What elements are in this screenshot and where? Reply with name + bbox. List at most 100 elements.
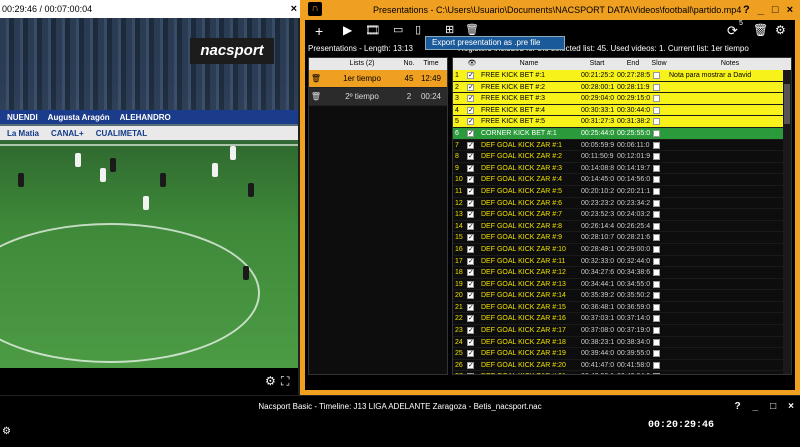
checkbox-icon[interactable] — [653, 303, 660, 311]
table-row[interactable]: 4 FREE KICK BET #:4 00:30:33:100:30:44:0 — [453, 104, 791, 117]
checkbox-icon[interactable] — [653, 350, 660, 358]
check-icon[interactable] — [467, 302, 474, 312]
table-row[interactable]: 25 DEF GOAL KICK ZAR #:19 00:39:44:000:39:… — [453, 348, 791, 360]
visible-checkbox[interactable] — [465, 116, 479, 127]
visible-checkbox[interactable] — [465, 256, 479, 266]
check-icon[interactable] — [467, 198, 474, 208]
visible-checkbox[interactable] — [465, 163, 479, 173]
registers-header-name[interactable]: Name — [479, 58, 579, 70]
slow-checkbox[interactable] — [651, 128, 667, 139]
checkbox-icon[interactable] — [653, 245, 660, 253]
table-row[interactable]: 18 DEF GOAL KICK ZAR #:12 00:34:27:600:34:… — [453, 267, 791, 279]
visible-checkbox[interactable] — [465, 244, 479, 255]
video-player[interactable]: 00:29:46 / 00:07:00:04 × NUENDI Augusta … — [0, 0, 300, 395]
visible-checkbox[interactable] — [465, 221, 479, 231]
maximize-button[interactable]: □ — [772, 0, 779, 20]
slow-checkbox[interactable] — [651, 313, 667, 324]
registers-header-slow[interactable]: Slow — [651, 58, 667, 70]
checkbox-icon[interactable] — [653, 269, 660, 277]
gear-icon[interactable]: ⚙ — [265, 374, 276, 388]
minimize-button[interactable]: _ — [753, 401, 759, 412]
visible-checkbox[interactable] — [465, 290, 479, 301]
list-row[interactable]: 🗑 2º tiempo 2 00:24 — [309, 88, 447, 106]
table-row[interactable]: 9 DEF GOAL KICK ZAR #:3 00:14:08:800:14:19… — [453, 162, 791, 175]
folder-icon[interactable]: ▯ — [415, 23, 421, 36]
slow-checkbox[interactable] — [651, 302, 667, 313]
table-row[interactable]: 17 DEF GOAL KICK ZAR #:11 00:32:33:000:32:… — [453, 255, 791, 268]
slow-checkbox[interactable] — [651, 221, 667, 232]
check-icon[interactable] — [467, 313, 474, 324]
visible-checkbox[interactable] — [465, 105, 479, 115]
table-row[interactable]: 5 FREE KICK BET #:5 00:31:27:300:31:38:2 — [453, 116, 791, 128]
checkbox-icon[interactable] — [653, 327, 660, 335]
checkbox-icon[interactable] — [653, 222, 660, 230]
check-icon[interactable] — [467, 163, 474, 173]
visible-checkbox[interactable] — [465, 337, 479, 347]
check-icon[interactable] — [467, 140, 474, 150]
maximize-button[interactable]: □ — [770, 401, 776, 412]
film-icon[interactable]: 🎞 — [365, 23, 380, 37]
refresh-icon[interactable]: ⟳ — [727, 23, 738, 39]
slow-checkbox[interactable] — [651, 105, 667, 116]
slow-checkbox[interactable] — [651, 70, 667, 81]
table-row[interactable]: 19 DEF GOAL KICK ZAR #:13 00:34:44:100:34:… — [453, 278, 791, 291]
slow-checkbox[interactable] — [651, 256, 667, 267]
table-row[interactable]: 7 DEF GOAL KICK ZAR #:1 00:05:59:900:06:11… — [453, 139, 791, 152]
eye-icon[interactable]: 👁 — [465, 58, 479, 70]
add-icon[interactable]: + — [315, 23, 323, 39]
check-icon[interactable] — [467, 116, 474, 127]
check-icon[interactable] — [467, 279, 474, 289]
table-row[interactable]: 15 DEF GOAL KICK ZAR #:9 00:28:10:700:28:2… — [453, 232, 791, 244]
checkbox-icon[interactable] — [653, 153, 660, 161]
checkbox-icon[interactable] — [653, 83, 660, 91]
slow-checkbox[interactable] — [651, 337, 667, 348]
visible-checkbox[interactable] — [465, 209, 479, 220]
visible-checkbox[interactable] — [465, 151, 479, 162]
slow-checkbox[interactable] — [651, 371, 667, 374]
checkbox-icon[interactable] — [653, 361, 660, 369]
slow-checkbox[interactable] — [651, 232, 667, 243]
visible-checkbox[interactable] — [465, 371, 479, 374]
video-frame[interactable]: NUENDI Augusta Aragón ALEHANDRO La Matia… — [0, 18, 298, 368]
checkbox-icon[interactable] — [653, 373, 660, 374]
gear-icon[interactable]: ⚙ — [2, 426, 11, 437]
slow-checkbox[interactable] — [651, 93, 667, 104]
delete-icon[interactable]: 🗑 — [753, 23, 768, 37]
visible-checkbox[interactable] — [465, 232, 479, 243]
checkbox-icon[interactable] — [653, 141, 660, 149]
table-row[interactable]: 14 DEF GOAL KICK ZAR #:8 00:26:14:400:26:2… — [453, 220, 791, 233]
checkbox-icon[interactable] — [653, 199, 660, 207]
checkbox-icon[interactable] — [653, 164, 660, 172]
check-icon[interactable] — [467, 337, 474, 347]
checkbox-icon[interactable] — [653, 187, 660, 195]
visible-checkbox[interactable] — [465, 93, 479, 104]
check-icon[interactable] — [467, 348, 474, 359]
check-icon[interactable] — [467, 360, 474, 370]
visible-checkbox[interactable] — [465, 140, 479, 150]
visible-checkbox[interactable] — [465, 267, 479, 278]
visible-checkbox[interactable] — [465, 360, 479, 370]
close-button[interactable]: × — [788, 401, 794, 412]
registers-header-start[interactable]: Start — [579, 58, 615, 70]
registers-header-notes[interactable]: Notes — [667, 58, 791, 70]
lists-header-time[interactable]: Time — [417, 58, 445, 70]
check-icon[interactable] — [467, 151, 474, 162]
checkbox-icon[interactable] — [653, 257, 660, 265]
visible-checkbox[interactable] — [465, 128, 479, 139]
slow-checkbox[interactable] — [651, 198, 667, 209]
check-icon[interactable] — [467, 93, 474, 104]
table-row[interactable]: 16 DEF GOAL KICK ZAR #:10 00:28:49:100:29:… — [453, 243, 791, 256]
export-icon[interactable]: ▭ — [393, 23, 403, 36]
slow-checkbox[interactable] — [651, 151, 667, 162]
check-icon[interactable] — [467, 186, 474, 197]
check-icon[interactable] — [467, 244, 474, 255]
close-button[interactable]: × — [787, 0, 793, 20]
help-button[interactable]: ? — [743, 0, 750, 20]
table-row[interactable]: 21 DEF GOAL KICK ZAR #:15 00:36:48:100:36:… — [453, 301, 791, 314]
checkbox-icon[interactable] — [653, 72, 660, 79]
check-icon[interactable] — [467, 371, 474, 374]
slow-checkbox[interactable] — [651, 82, 667, 93]
list-row[interactable]: 🗑 1er tiempo 45 12:49 — [309, 70, 447, 88]
close-icon[interactable]: × — [291, 0, 297, 18]
check-icon[interactable] — [467, 290, 474, 301]
